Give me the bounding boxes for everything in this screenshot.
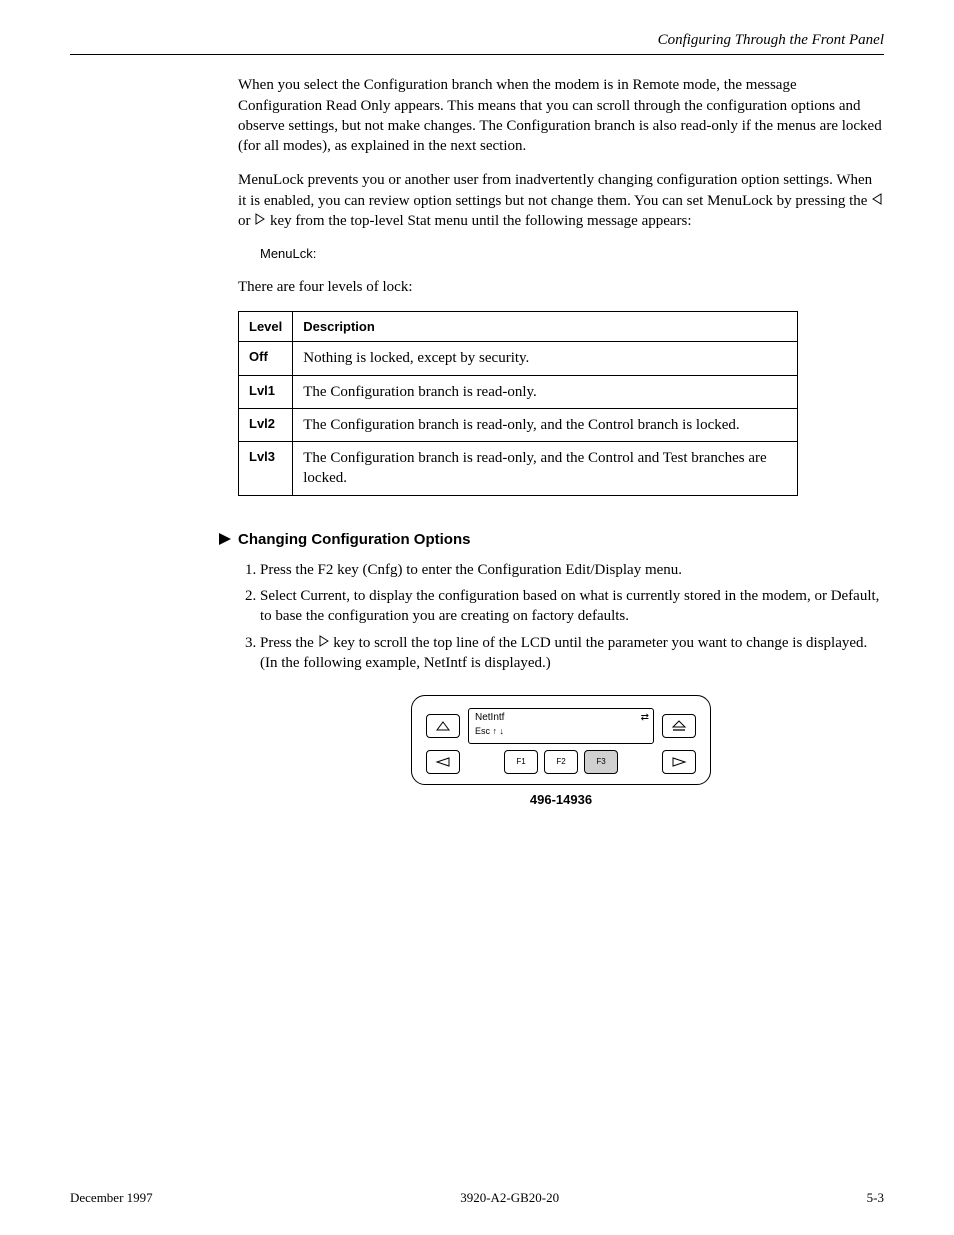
desc-cell: The Configuration branch is read-only, a… [293, 442, 798, 496]
menulock-levels-table: Level Description Off Nothing is locked,… [238, 311, 798, 496]
lcd-panel-diagram: NetIntf Esc ↑ ↓ ⇄ [411, 695, 711, 785]
panel-left-button [426, 750, 460, 774]
menulock-paragraph-2: There are four levels of lock: [238, 277, 884, 297]
lcd-line-1: NetIntf [475, 711, 647, 725]
menulock-p1-a: MenuLock prevents you or another user fr… [238, 172, 872, 208]
level-cell: Off [239, 342, 293, 375]
header-rule [70, 54, 884, 55]
panel-f3-button: F3 [584, 750, 618, 774]
desc-cell: The Configuration branch is read-only, a… [293, 408, 798, 441]
table-header-row: Level Description [239, 311, 798, 342]
table-row: Lvl3 The Configuration branch is read-on… [239, 442, 798, 496]
intro-paragraph: When you select the Configuration branch… [238, 75, 884, 156]
step-3: Press the key to scroll the top line of … [260, 633, 884, 674]
step-3-b: key to scroll the top line of the LCD un… [260, 635, 867, 671]
eject-icon [672, 720, 686, 732]
step-2: Select Current, to display the configura… [260, 586, 884, 627]
desc-cell: The Configuration branch is read-only. [293, 375, 798, 408]
changing-steps-list: Press the F2 key (Cnfg) to enter the Con… [238, 560, 884, 673]
step-1: Press the F2 key (Cnfg) to enter the Con… [260, 560, 884, 580]
menulock-message: MenuLck: [260, 245, 884, 263]
step-3-a: Press the [260, 635, 318, 651]
lcd-symbol: ⇄ [641, 711, 649, 725]
level-cell: Lvl3 [239, 442, 293, 496]
panel-f2-button: F2 [544, 750, 578, 774]
f2-label: F2 [556, 758, 565, 766]
page-header-title: Configuring Through the Front Panel [70, 30, 884, 50]
triangle-right-outline-icon [318, 634, 330, 652]
triangle-up-icon [436, 721, 450, 731]
changing-options-heading: Changing Configuration Options [238, 530, 884, 550]
footer-date: December 1997 [70, 1189, 153, 1207]
level-cell: Lvl1 [239, 375, 293, 408]
panel-up-button [426, 714, 460, 738]
lcd-screen: NetIntf Esc ↑ ↓ ⇄ [468, 708, 654, 744]
changing-heading-text: Changing Configuration Options [238, 531, 470, 548]
table-row: Lvl1 The Configuration branch is read-on… [239, 375, 798, 408]
f1-label: F1 [516, 758, 525, 766]
menulock-paragraph-1: MenuLock prevents you or another user fr… [238, 170, 884, 231]
footer-page-number: 5-3 [867, 1189, 884, 1207]
footer-doc-id: 3920-A2-GB20-20 [460, 1189, 559, 1207]
level-cell: Lvl2 [239, 408, 293, 441]
f3-label: F3 [596, 758, 605, 766]
table-row: Lvl2 The Configuration branch is read-on… [239, 408, 798, 441]
menulock-p1-c: key from the top-level Stat menu until t… [270, 213, 692, 229]
panel-f1-button: F1 [504, 750, 538, 774]
triangle-right-outline-icon [254, 212, 266, 230]
panel-caption: 496-14936 [238, 791, 884, 809]
panel-right-button [662, 750, 696, 774]
triangle-left-outline-icon [871, 192, 883, 210]
play-icon [218, 532, 232, 546]
triangle-right-outline-icon [672, 757, 686, 767]
table-header-description: Description [293, 311, 798, 342]
table-row: Off Nothing is locked, except by securit… [239, 342, 798, 375]
panel-eject-button [662, 714, 696, 738]
lcd-line-2: Esc ↑ ↓ [475, 725, 647, 737]
menulock-p1-b: or [238, 213, 254, 229]
triangle-left-outline-icon [436, 757, 450, 767]
table-header-level: Level [239, 311, 293, 342]
page-footer: December 1997 3920-A2-GB20-20 5-3 [70, 1189, 884, 1207]
desc-cell: Nothing is locked, except by security. [293, 342, 798, 375]
